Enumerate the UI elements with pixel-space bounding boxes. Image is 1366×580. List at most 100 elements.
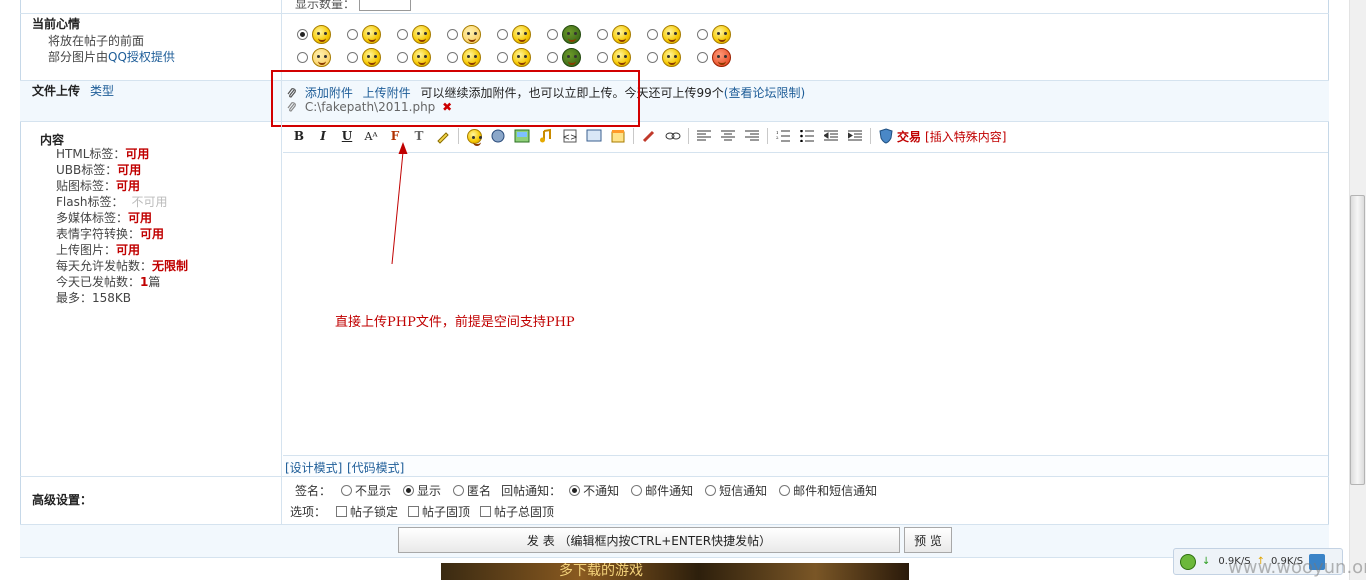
emoticon-option[interactable] xyxy=(697,48,731,67)
emoticon-option[interactable] xyxy=(597,25,631,44)
worker-face-icon[interactable] xyxy=(662,48,681,67)
code-mode-link[interactable]: [代码模式] xyxy=(347,459,404,476)
editor-area[interactable] xyxy=(283,153,1328,455)
clean-icon[interactable] xyxy=(640,127,658,145)
emoticon-radio[interactable] xyxy=(297,52,308,63)
preview-button[interactable]: 预 览 xyxy=(904,527,952,553)
qq-link[interactable]: QQ授权提供 xyxy=(108,50,175,64)
emoticon-option[interactable] xyxy=(347,48,381,67)
insert-special-button[interactable]: [插入特殊内容] xyxy=(925,128,1006,145)
emoticon-option[interactable] xyxy=(497,48,531,67)
emoticon-radio[interactable] xyxy=(597,29,608,40)
sticky-checkbox[interactable] xyxy=(408,506,420,517)
shield-icon[interactable] xyxy=(877,127,895,145)
emoticon-option[interactable] xyxy=(497,25,531,44)
trade-button[interactable]: 交易 xyxy=(897,128,921,145)
cry-face-icon[interactable] xyxy=(412,48,431,67)
italic-icon[interactable]: I xyxy=(314,127,332,145)
emoticon-radio[interactable] xyxy=(647,52,658,63)
emoticon-option[interactable] xyxy=(647,48,681,67)
game-banner[interactable]: 多下载的游戏 xyxy=(441,563,909,580)
media-icon[interactable] xyxy=(585,127,603,145)
reply-sms-radio[interactable] xyxy=(705,485,717,496)
emoticon-radio[interactable] xyxy=(297,29,308,40)
emoticon-radio[interactable] xyxy=(347,29,358,40)
view-limit-link[interactable]: (查看论坛限制) xyxy=(724,86,805,100)
bold-icon[interactable]: B xyxy=(290,127,308,145)
music-icon[interactable] xyxy=(537,127,555,145)
emoticon-option[interactable] xyxy=(297,25,331,44)
ordered-list-icon[interactable]: 12 xyxy=(774,127,792,145)
outdent-icon[interactable] xyxy=(822,127,840,145)
table-icon[interactable] xyxy=(609,127,627,145)
emoticon-option[interactable] xyxy=(347,25,381,44)
sign-show-radio[interactable] xyxy=(403,485,415,496)
design-mode-link[interactable]: [设计模式] xyxy=(285,459,342,476)
flash-icon[interactable]: <> xyxy=(561,127,579,145)
emoticon-radio[interactable] xyxy=(647,29,658,40)
angry-face-icon[interactable] xyxy=(362,48,381,67)
emoticon-option[interactable] xyxy=(697,25,731,44)
emoticon-option[interactable] xyxy=(297,48,331,67)
emoticon-radio[interactable] xyxy=(347,52,358,63)
emoticon-radio[interactable] xyxy=(397,29,408,40)
emoticon-option[interactable] xyxy=(397,48,431,67)
scrollbar-thumb[interactable] xyxy=(1350,195,1365,485)
advanced-title: 高级设置： xyxy=(32,493,93,507)
emoticon-radio[interactable] xyxy=(697,29,708,40)
align-center-icon[interactable] xyxy=(719,127,737,145)
emoticon-radio[interactable] xyxy=(497,29,508,40)
highlight-pen-icon[interactable] xyxy=(434,127,452,145)
shy-face-icon[interactable] xyxy=(662,25,681,44)
emoticon-icon[interactable] xyxy=(465,127,483,146)
link-icon[interactable] xyxy=(489,127,507,145)
smile-face-icon[interactable] xyxy=(312,25,331,44)
unordered-list-icon[interactable] xyxy=(798,127,816,145)
panda-face-icon[interactable] xyxy=(562,48,581,67)
emoticon-radio[interactable] xyxy=(397,52,408,63)
emoticon-radio[interactable] xyxy=(447,52,458,63)
emoticon-option[interactable] xyxy=(397,25,431,44)
tongue-face-icon[interactable] xyxy=(512,25,531,44)
type-link[interactable]: 类型 xyxy=(90,82,114,99)
sad-face-icon[interactable] xyxy=(612,25,631,44)
emoticon-option[interactable] xyxy=(547,25,581,44)
sign-anon-radio[interactable] xyxy=(453,485,465,496)
emoticon-option[interactable] xyxy=(647,25,681,44)
lock-checkbox[interactable] xyxy=(336,506,348,517)
shout-face-icon[interactable] xyxy=(462,48,481,67)
happy-face-icon[interactable] xyxy=(412,25,431,44)
global-sticky-checkbox[interactable] xyxy=(480,506,492,517)
underline-icon[interactable]: U xyxy=(338,127,356,145)
align-left-icon[interactable] xyxy=(695,127,713,145)
think-face-icon[interactable] xyxy=(712,25,731,44)
turtle-face-icon[interactable] xyxy=(562,25,581,44)
submit-button[interactable]: 发 表 （编辑框内按CTRL+ENTER快捷发帖） xyxy=(398,527,900,553)
emoticon-radio[interactable] xyxy=(497,52,508,63)
image-icon[interactable] xyxy=(513,127,531,145)
emoticon-option[interactable] xyxy=(547,48,581,67)
emoticon-radio[interactable] xyxy=(597,52,608,63)
emoticon-radio[interactable] xyxy=(447,29,458,40)
emoticon-option[interactable] xyxy=(447,25,481,44)
font-size-icon[interactable]: Aᴬ xyxy=(362,127,380,145)
grin-face-icon[interactable] xyxy=(362,25,381,44)
emoticon-option[interactable] xyxy=(447,48,481,67)
emoticon-radio[interactable] xyxy=(547,29,558,40)
emoticon-radio[interactable] xyxy=(547,52,558,63)
count-input[interactable] xyxy=(358,0,411,11)
kiss-face-icon[interactable] xyxy=(312,48,331,67)
sign-hide-radio[interactable] xyxy=(341,485,353,496)
pout-face-icon[interactable] xyxy=(612,48,631,67)
align-right-icon[interactable] xyxy=(743,127,761,145)
reply-none-radio[interactable] xyxy=(569,485,581,496)
indent-icon[interactable] xyxy=(846,127,864,145)
devil-face-icon[interactable] xyxy=(712,48,731,67)
emoticon-radio[interactable] xyxy=(697,52,708,63)
laugh-face-icon[interactable] xyxy=(512,48,531,67)
love-face-icon[interactable] xyxy=(462,25,481,44)
unlink-icon[interactable] xyxy=(664,127,682,145)
reply-both-radio[interactable] xyxy=(779,485,791,496)
emoticon-option[interactable] xyxy=(597,48,631,67)
reply-email-radio[interactable] xyxy=(631,485,643,496)
